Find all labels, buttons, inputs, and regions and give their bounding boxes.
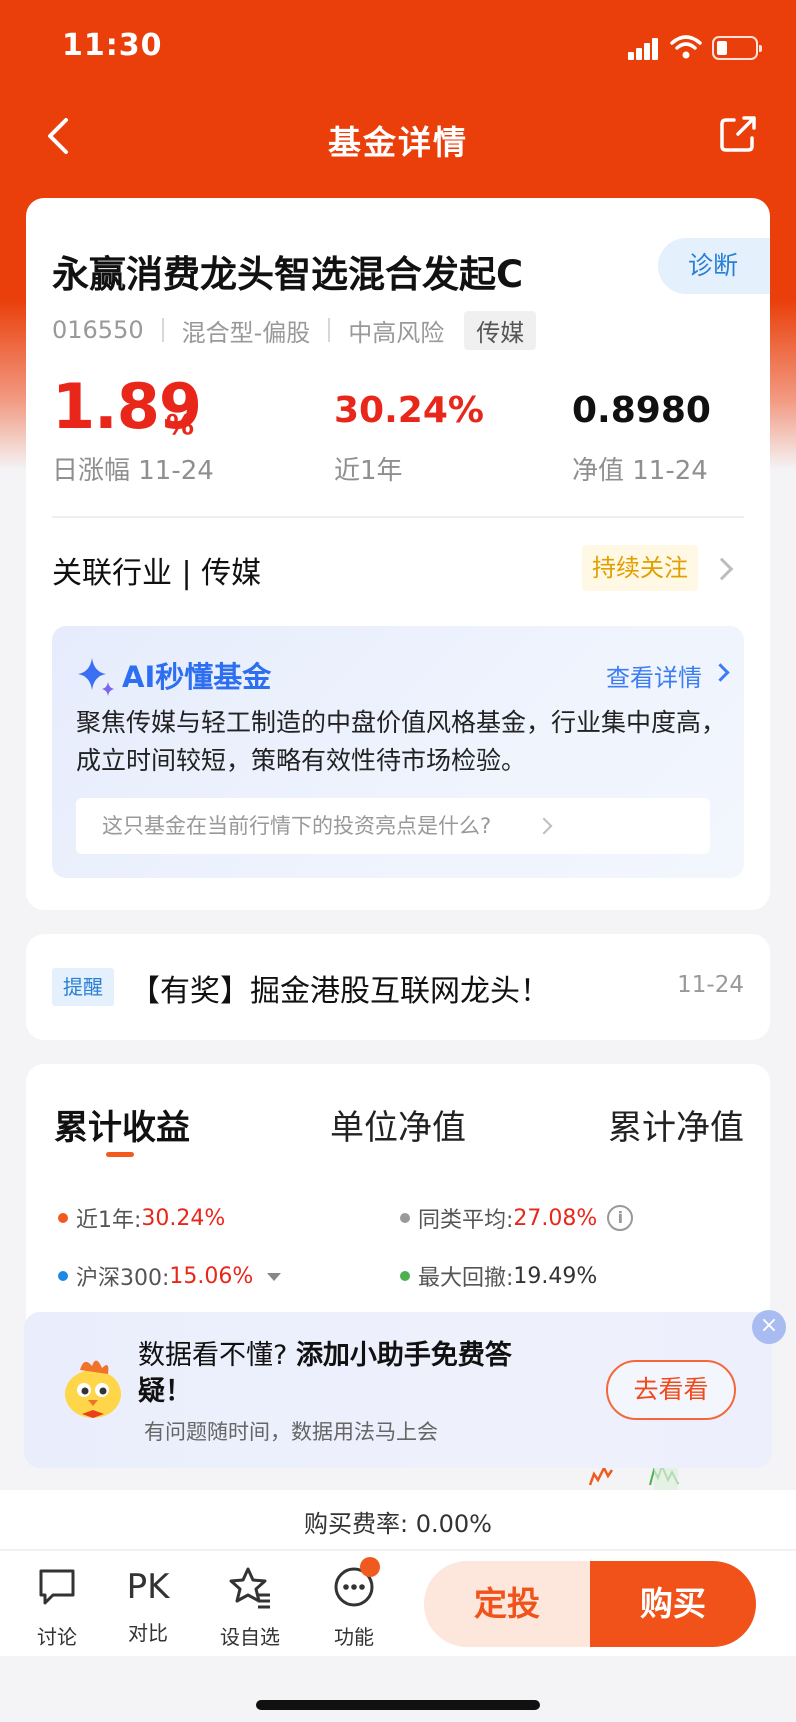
compare-label: 对比: [128, 1621, 168, 1645]
auto-invest-button[interactable]: 定投: [424, 1561, 590, 1647]
related-industry[interactable]: 关联行业 | 传媒: [52, 548, 261, 592]
legend-dot: [58, 1271, 68, 1281]
follow-button[interactable]: 持续关注: [582, 545, 698, 591]
nav-bar: 基金详情: [0, 96, 796, 180]
discuss-label: 讨论: [37, 1625, 77, 1649]
page-title: 基金详情: [328, 123, 468, 162]
fund-meta: 016550 混合型-偏股 中高风险 传媒: [52, 310, 537, 350]
chat-bubble-icon: [39, 1569, 75, 1605]
purchase-fee: 购买费率: 0.00%: [304, 1510, 492, 1538]
ai-question-text: 这只基金在当前行情下的投资亮点是什么?: [102, 814, 492, 838]
notification-badge: [360, 1557, 380, 1577]
assistant-promo-banner[interactable]: 数据看不懂? 添加小助手免费答疑！ 有问题随时间，数据用法马上会 去看看 ×: [24, 1310, 786, 1468]
notice-date: 11-24: [677, 972, 744, 998]
fund-info-card: 永赢消费龙头智选混合发起C 诊断 016550 混合型-偏股 中高风险 传媒 1…: [26, 198, 770, 910]
nav-value: 0.8980: [572, 390, 711, 431]
wifi-icon: [670, 35, 702, 59]
dropdown-arrow-icon[interactable]: [267, 1273, 282, 1281]
battery-icon: [712, 36, 762, 60]
close-icon[interactable]: ×: [752, 1310, 786, 1344]
stat-label: 沪深300:: [76, 1266, 170, 1291]
notice-card[interactable]: 提醒 【有奖】掘金港股互联网龙头！ 11-24: [26, 934, 770, 1040]
stat-label: 最大回撤:: [418, 1266, 514, 1291]
ai-title: AI秒懂基金: [122, 660, 272, 694]
promo-title: 数据看不懂? 添加小助手免费答疑！: [138, 1338, 558, 1410]
fund-code: 016550: [52, 316, 144, 344]
view-details-link[interactable]: 查看详情: [606, 658, 702, 693]
stat-value: 15.06%: [169, 1263, 254, 1289]
compare-button[interactable]: PK 对比: [108, 1565, 188, 1646]
functions-button[interactable]: 功能: [314, 1565, 394, 1650]
nav-label: 净值 11-24: [572, 456, 708, 486]
year-return-value: 30.24%: [334, 390, 484, 431]
status-bar: 11:30: [0, 0, 796, 96]
fee-bar: 购买费率: 0.00%: [0, 1490, 796, 1550]
stat-year-return: 近1年: 30.24%: [58, 1202, 225, 1234]
chevron-right-icon[interactable]: [711, 663, 730, 682]
legend-dot: [58, 1213, 68, 1223]
pk-icon: PK: [126, 1567, 170, 1607]
functions-label: 功能: [334, 1625, 374, 1649]
tab-unit-nav[interactable]: 单位净值: [330, 1100, 466, 1149]
stat-csi300[interactable]: 沪深300: 15.06%: [58, 1260, 282, 1292]
view-details-label: 查看详情: [606, 664, 702, 692]
stat-value: 19.49%: [513, 1263, 598, 1289]
stat-value: 30.24%: [141, 1205, 226, 1231]
home-indicator[interactable]: [256, 1700, 540, 1710]
fund-type: 混合型-偏股: [181, 318, 311, 347]
buy-button[interactable]: 购买: [590, 1561, 756, 1647]
notice-tag: 提醒: [52, 968, 114, 1006]
stat-value: 27.08%: [513, 1205, 598, 1231]
daily-change-unit: %: [166, 408, 195, 441]
legend-dot: [400, 1213, 410, 1223]
stat-label: 近1年:: [76, 1208, 142, 1233]
fund-tag[interactable]: 传媒: [464, 310, 537, 350]
home-indicator-area: [0, 1656, 796, 1722]
stat-peer-average: 同类平均: 27.08% i: [400, 1202, 634, 1234]
active-tab-indicator: [106, 1152, 134, 1157]
fund-risk: 中高风险: [348, 318, 445, 347]
tab-cumulative-return[interactable]: 累计收益: [54, 1100, 190, 1149]
add-watchlist-button[interactable]: 设自选: [210, 1565, 290, 1650]
legend-dot: [400, 1271, 410, 1281]
ai-summary-panel: AI秒懂基金 查看详情 聚焦传媒与轻工制造的中盘价值风格基金，行业集中度高，成立…: [52, 626, 744, 878]
card-divider: [52, 516, 744, 518]
mascot-chick-icon: [65, 1360, 121, 1418]
stat-max-drawdown: 最大回撤: 19.49%: [400, 1260, 597, 1292]
notice-text[interactable]: 【有奖】掘金港股互联网龙头！: [130, 966, 550, 1010]
share-icon[interactable]: [716, 112, 760, 156]
tab-cumulative-nav[interactable]: 累计净值: [608, 1100, 744, 1149]
discuss-button[interactable]: 讨论: [17, 1565, 97, 1650]
divider: [161, 318, 164, 342]
divider: [328, 318, 331, 342]
bottom-action-bar: 讨论 PK 对比 设自选 功能 定投 购买: [0, 1551, 796, 1656]
star-list-icon: [229, 1567, 270, 1609]
promo-title-part1: 数据看不懂?: [138, 1340, 288, 1371]
fund-name: 永赢消费龙头智选混合发起C: [52, 253, 524, 296]
cellular-signal-icon: [628, 38, 660, 60]
ai-description: 聚焦传媒与轻工制造的中盘价值风格基金，行业集中度高，成立时间较短，策略有效性待市…: [76, 708, 727, 775]
ai-question-prompt[interactable]: 这只基金在当前行情下的投资亮点是什么?: [76, 798, 710, 854]
promo-subtitle: 有问题随时间，数据用法马上会: [144, 1420, 438, 1444]
diagnose-button[interactable]: 诊断: [658, 238, 770, 294]
add-watchlist-label: 设自选: [220, 1625, 280, 1649]
chevron-right-icon[interactable]: [710, 557, 734, 581]
info-icon[interactable]: i: [607, 1205, 634, 1231]
daily-change-label: 日涨幅 11-24: [52, 456, 214, 486]
ai-sparkle-icon: [78, 658, 114, 696]
year-return-label: 近1年: [334, 456, 403, 486]
stat-label: 同类平均:: [418, 1208, 514, 1233]
status-time: 11:30: [62, 28, 163, 63]
promo-go-button[interactable]: 去看看: [606, 1360, 736, 1420]
